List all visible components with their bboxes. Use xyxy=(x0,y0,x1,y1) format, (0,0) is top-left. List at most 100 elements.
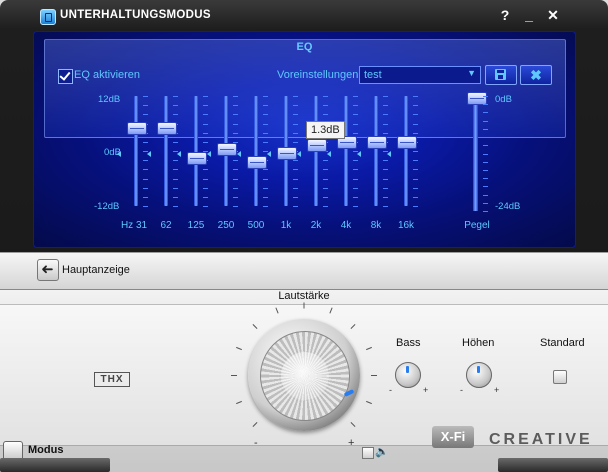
eq-slider-thumb[interactable] xyxy=(397,135,417,149)
eq-tick xyxy=(353,206,358,207)
eq-tick xyxy=(263,141,268,143)
preset-label: Voreinstellungen xyxy=(277,69,359,81)
eq-tick xyxy=(413,96,418,97)
creative-logo: CREATIVE xyxy=(489,431,593,448)
eq-slider-track[interactable] xyxy=(344,96,348,206)
delete-preset-button[interactable]: ✖ xyxy=(520,65,552,85)
eq-tick xyxy=(293,169,298,171)
meter-top-label: 0dB xyxy=(495,94,512,105)
preset-value: test xyxy=(364,69,382,81)
volume-tick xyxy=(231,375,237,376)
level-meter-thumb[interactable] xyxy=(467,92,487,105)
eq-tick xyxy=(143,169,148,171)
eq-tick xyxy=(383,114,388,116)
eq-band-label: 125 xyxy=(187,220,205,231)
eq-band-label: 16k xyxy=(397,220,415,231)
eq-enable-checkbox[interactable] xyxy=(58,69,73,84)
eq-slider-thumb[interactable] xyxy=(277,147,297,161)
eq-tick xyxy=(353,114,358,116)
eq-tick xyxy=(143,187,148,189)
eq-tick xyxy=(233,169,238,171)
eq-tick xyxy=(323,169,328,171)
eq-tick xyxy=(263,206,268,207)
eq-tick xyxy=(233,132,238,134)
help-button[interactable]: ? xyxy=(497,7,513,23)
mode-label[interactable]: Modus xyxy=(28,444,63,456)
eq-slider-thumb[interactable] xyxy=(127,122,147,136)
eq-tick xyxy=(233,160,238,162)
eq-tick xyxy=(413,178,418,180)
eq-tick xyxy=(323,206,328,207)
window-title: UNTERHALTUNGSMODUS xyxy=(60,9,211,21)
preset-dropdown[interactable]: test ▼ xyxy=(359,66,481,84)
eq-tick xyxy=(143,160,148,162)
eq-slider-track[interactable] xyxy=(134,96,138,206)
eq-band-label: 62 xyxy=(160,220,172,231)
value-tooltip: 1.3dB xyxy=(306,121,345,139)
meter-tick xyxy=(483,161,488,163)
eq-tick xyxy=(263,123,268,125)
eq-tick xyxy=(263,178,268,180)
eq-tick xyxy=(233,178,238,180)
eq-tick xyxy=(173,196,178,198)
eq-tick xyxy=(323,187,328,189)
right-foot xyxy=(498,458,608,472)
eq-slider-thumb[interactable] xyxy=(217,142,237,156)
eq-tick xyxy=(203,206,208,207)
eq-slider-thumb[interactable] xyxy=(307,139,327,153)
eq-slider-track[interactable] xyxy=(404,96,408,206)
db-bottom-label: -12dB xyxy=(94,201,120,212)
eq-tick xyxy=(353,196,358,198)
level-meter-track xyxy=(473,96,478,211)
eq-tick xyxy=(233,187,238,189)
mute-button[interactable] xyxy=(362,447,374,459)
eq-tick xyxy=(413,123,418,125)
eq-tick xyxy=(293,196,298,198)
minimize-button[interactable]: _ xyxy=(521,7,537,23)
eq-tick xyxy=(203,141,208,143)
floppy-disk-icon xyxy=(495,69,506,80)
eq-slider-track[interactable] xyxy=(164,96,168,206)
close-icon: ✖ xyxy=(530,67,542,83)
standard-label: Standard xyxy=(540,337,585,349)
eq-tick xyxy=(413,187,418,189)
eq-band-label: 8k xyxy=(370,220,382,231)
volume-knob[interactable] xyxy=(260,331,350,421)
back-arrow-icon[interactable] xyxy=(37,259,59,281)
eq-slider-thumb[interactable] xyxy=(157,122,177,136)
eq-band-label: 500 xyxy=(247,220,265,231)
meter-tick xyxy=(483,120,488,122)
close-button[interactable]: ✕ xyxy=(545,7,561,23)
eq-tick xyxy=(293,96,298,97)
meter-tick xyxy=(483,178,488,180)
eq-slider-track[interactable] xyxy=(254,96,258,206)
treble-knob[interactable] xyxy=(466,362,492,388)
eq-slider-thumb[interactable] xyxy=(247,156,267,170)
eq-tick xyxy=(383,206,388,207)
eq-tick xyxy=(353,123,358,125)
eq-tick xyxy=(293,105,298,107)
eq-tick xyxy=(293,160,298,162)
bass-knob[interactable] xyxy=(395,362,421,388)
standard-button[interactable] xyxy=(553,370,567,384)
eq-tick xyxy=(203,105,208,107)
eq-tick xyxy=(203,169,208,171)
eq-band-label: 250 xyxy=(217,220,235,231)
main-display-link[interactable]: Hauptanzeige xyxy=(62,264,130,276)
app-icon xyxy=(40,9,56,25)
meter-tick xyxy=(483,104,488,106)
eq-tick xyxy=(413,105,418,107)
eq-tick xyxy=(203,114,208,116)
eq-tick xyxy=(263,105,268,107)
eq-slider-thumb[interactable] xyxy=(367,135,387,149)
volume-plus: + xyxy=(348,437,355,449)
save-preset-button[interactable] xyxy=(485,65,517,85)
eq-tick xyxy=(383,96,388,97)
eq-tick xyxy=(263,114,268,116)
eq-enable-label[interactable]: EQ aktivieren xyxy=(74,69,140,81)
eq-slider-track[interactable] xyxy=(374,96,378,206)
eq-tick xyxy=(263,96,268,97)
eq-slider-thumb[interactable] xyxy=(187,151,207,165)
zero-marker-icon xyxy=(387,151,391,157)
eq-tick xyxy=(233,105,238,107)
